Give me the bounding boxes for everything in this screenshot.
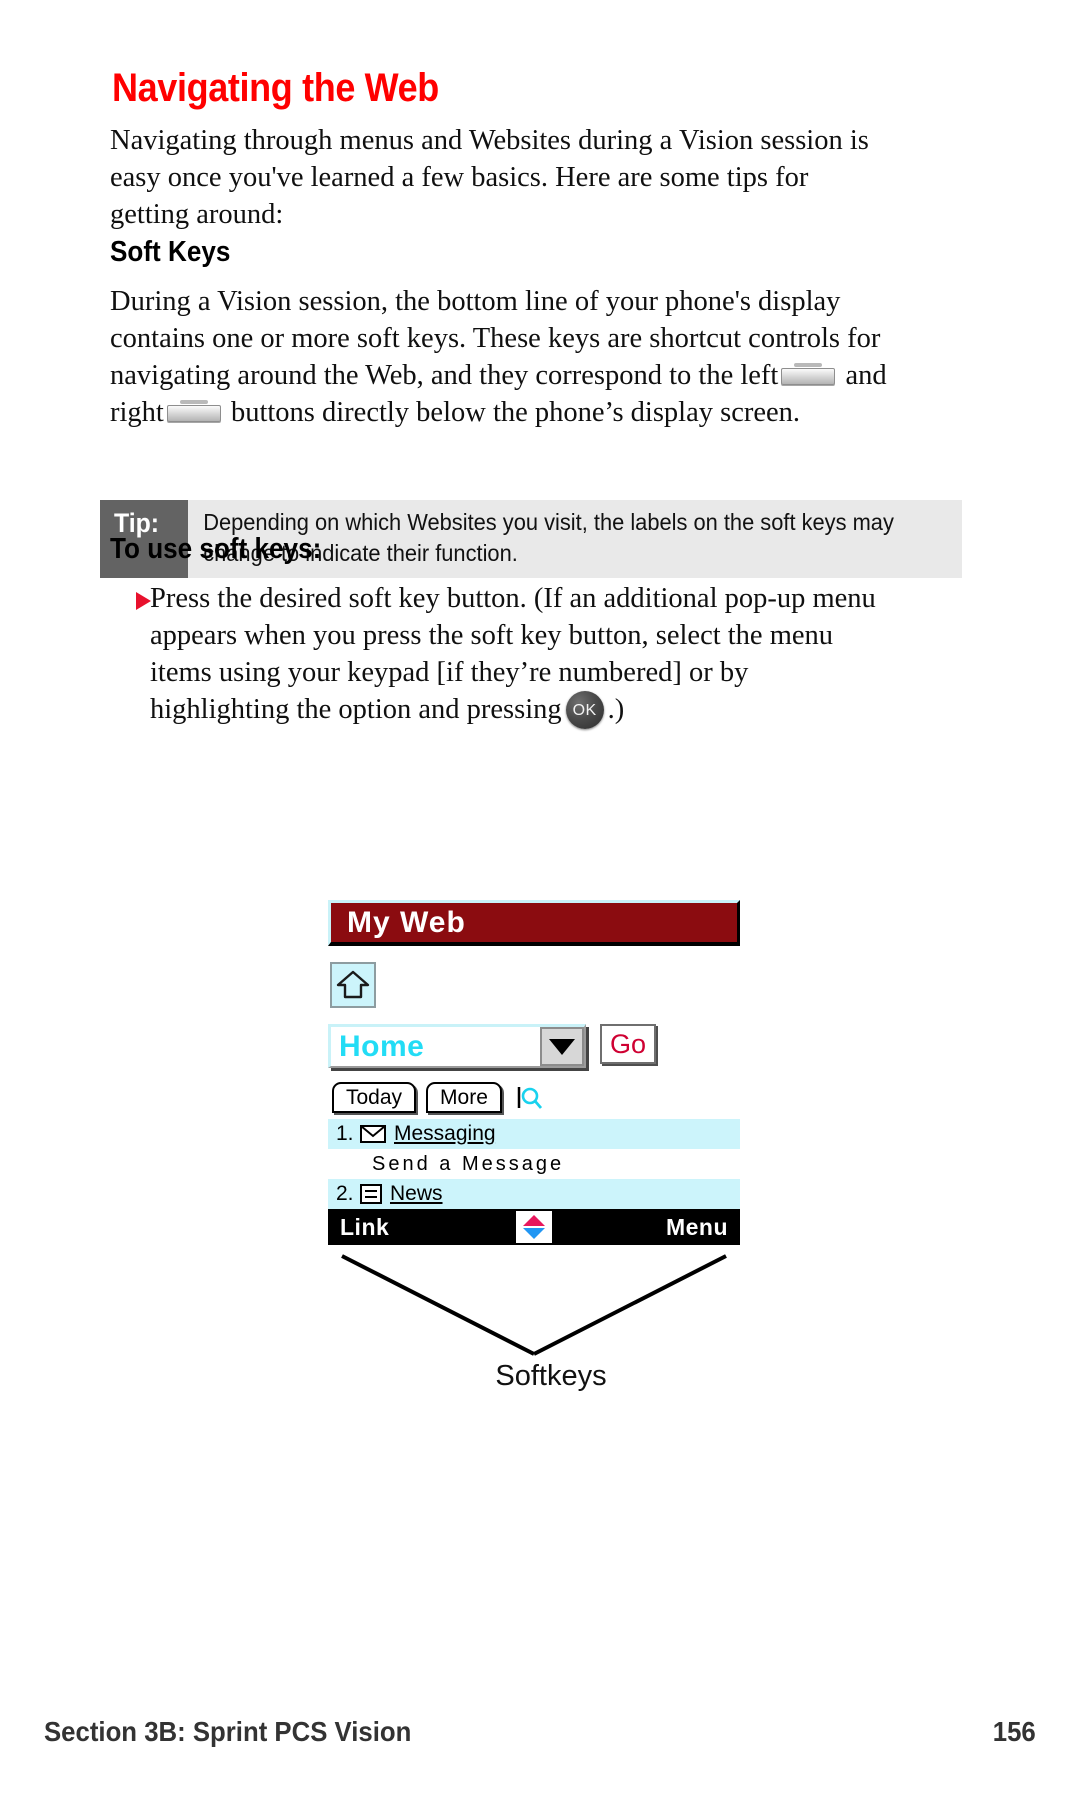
left-softkey-label[interactable]: Link (340, 1214, 389, 1241)
triangle-bullet-icon (136, 592, 151, 610)
menu-item-label: Messaging (394, 1122, 496, 1145)
caret-down-glyph (549, 1038, 575, 1055)
ok-button-label: OK (572, 701, 597, 719)
menu-item-number: 2. (336, 1182, 354, 1205)
page-title: Navigating the Web (112, 66, 439, 110)
address-bar-row: Home Go (328, 1024, 740, 1068)
tab-today[interactable]: Today (332, 1082, 417, 1113)
tab-row: Today More (328, 1082, 740, 1113)
list-glyph (360, 1184, 382, 1204)
bullet-text-part-2: .) (607, 694, 625, 725)
scroll-indicator-icon (516, 1211, 552, 1243)
chevron-down-icon[interactable] (540, 1027, 584, 1066)
scroll-down-arrow-icon (523, 1228, 545, 1239)
go-button[interactable]: Go (600, 1024, 656, 1064)
phone-menu-list: 1. Messaging Send a Message 2. News (328, 1119, 740, 1209)
phone-title-bar: My Web (328, 900, 740, 946)
envelope-glyph (360, 1125, 386, 1143)
list-icon (360, 1184, 382, 1204)
magnifier-glyph (517, 1087, 542, 1109)
manual-page: Navigating the Web Navigating through me… (0, 0, 1080, 1800)
soft-keys-body-paragraph: During a Vision session, the bottom line… (110, 283, 900, 431)
right-softkey-label[interactable]: Menu (666, 1214, 728, 1241)
callout-label-text: Softkeys (495, 1360, 607, 1392)
callout-label: Softkeys (0, 1360, 1080, 1393)
intro-paragraph: Navigating through menus and Websites du… (110, 125, 869, 230)
bullet-text: Press the desired soft key button. (If a… (150, 580, 890, 729)
section-heading-soft-keys: Soft Keys (110, 236, 231, 268)
left-softkey-button-icon (781, 363, 836, 385)
ok-button-icon: OK (565, 691, 604, 729)
home-arrow-glyph (336, 970, 370, 999)
menu-item-number: 1. (336, 1122, 354, 1145)
home-icon[interactable] (330, 962, 376, 1008)
body-text-part-1: During a Vision session, the bottom line… (110, 286, 881, 391)
magnifier-icon[interactable] (516, 1084, 544, 1113)
footer-page-number: 156 (993, 1716, 1036, 1747)
menu-subtext: Send a Message (328, 1149, 740, 1179)
tab-more[interactable]: More (426, 1082, 502, 1113)
address-dropdown[interactable]: Home (328, 1024, 586, 1068)
right-softkey-button-icon (166, 400, 221, 422)
procedure-bullet-item: Press the desired soft key button. (If a… (136, 580, 890, 729)
phone-softkey-bar: Link Menu (328, 1209, 740, 1245)
callout-leader-lines (341, 1254, 727, 1356)
phone-title-text: My Web (347, 905, 466, 939)
body-text-part-3: buttons directly below the phone’s displ… (230, 397, 801, 428)
footer-section-label: Section 3B: Sprint PCS Vision (44, 1716, 412, 1747)
menu-item-messaging[interactable]: 1. Messaging (328, 1119, 740, 1149)
menu-item-label: News (390, 1182, 443, 1205)
phone-screen-mockup: My Web Home Go Today More 1. Messaging S… (328, 900, 740, 1245)
envelope-icon (360, 1125, 386, 1143)
menu-item-news[interactable]: 2. News (328, 1179, 740, 1209)
page-footer: Section 3B: Sprint PCS Vision 156 (44, 1716, 1036, 1748)
bullet-text-part-1: Press the desired soft key button. (If a… (150, 583, 876, 725)
procedure-heading: To use soft keys: (110, 533, 322, 565)
address-dropdown-value: Home (339, 1029, 425, 1063)
go-button-label: Go (609, 1028, 647, 1059)
scroll-up-arrow-icon (523, 1215, 545, 1226)
